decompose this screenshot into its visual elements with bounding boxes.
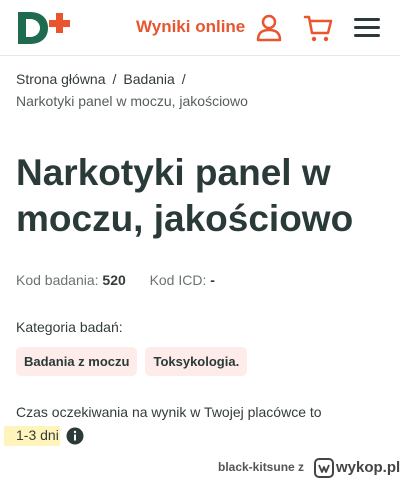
info-icon[interactable]	[66, 427, 84, 445]
online-results-link[interactable]: Wyniki online	[136, 17, 245, 37]
cart-icon[interactable]	[302, 12, 334, 44]
icd-code-label: Kod ICD:	[149, 272, 207, 288]
watermark-site: wykop.pl	[336, 459, 400, 476]
test-codes: Kod badania: 520 Kod ICD: -	[16, 272, 215, 288]
category-tag-toxicology[interactable]: Toksykologia.	[145, 347, 248, 376]
test-code-label: Kod badania:	[16, 272, 99, 288]
watermark-user: black-kitsune	[218, 460, 295, 474]
category-tags: Badania z moczu Toksykologia.	[16, 347, 255, 376]
menu-icon[interactable]	[352, 12, 384, 44]
site-header: Wyniki online	[0, 0, 400, 56]
user-icon[interactable]	[253, 12, 285, 44]
wykop-logo-icon	[314, 458, 334, 478]
wait-time-value: 1-3 dni	[16, 427, 59, 443]
watermark-connector: z	[298, 460, 305, 474]
page-title: Narkotyki panel w moczu, jakościowo	[16, 152, 354, 239]
breadcrumb-tests[interactable]: Badania	[123, 71, 174, 87]
breadcrumb: Strona główna / Badania / Narkotyki panel w…	[16, 68, 386, 112]
wait-time-label: Czas oczekiwania na wynik w Twojej placó…	[16, 404, 322, 420]
test-code-value: 520	[102, 272, 126, 288]
category-tag-urine[interactable]: Badania z moczu	[16, 347, 138, 376]
icd-code-value: -	[210, 272, 215, 288]
breadcrumb-home[interactable]: Strona główna	[16, 71, 106, 87]
category-label: Kategoria badań:	[16, 319, 123, 335]
breadcrumb-separator: /	[181, 71, 186, 87]
diagnostyka-logo[interactable]	[16, 10, 74, 46]
watermark-text: black-kitsune z	[218, 460, 304, 474]
breadcrumb-current: Narkotyki panel w moczu, jakościowo	[16, 93, 248, 109]
breadcrumb-separator: /	[112, 71, 117, 87]
